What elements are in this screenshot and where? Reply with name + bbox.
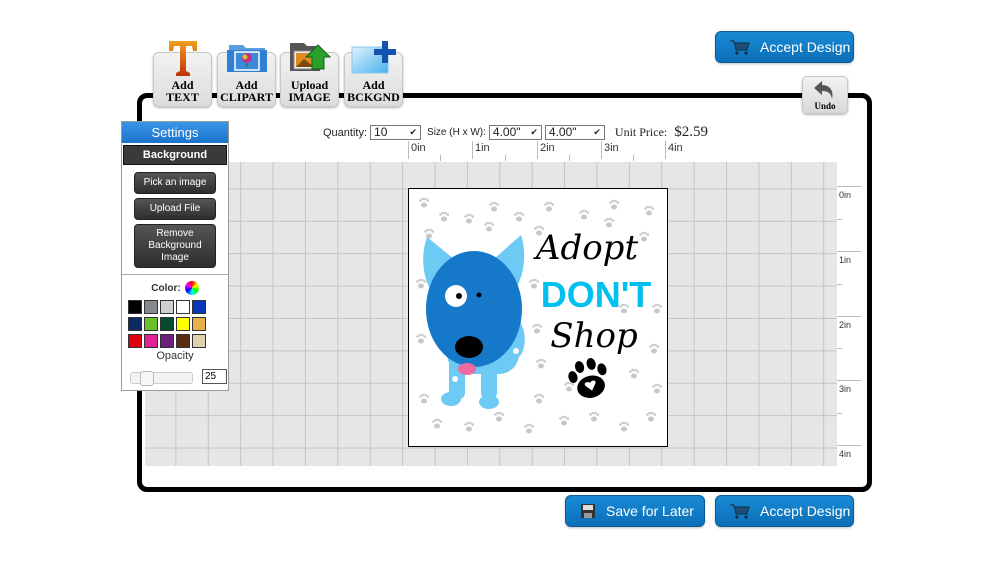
design-artwork: Adopt DON'T Shop (416, 197, 663, 434)
save-for-later-label: Save for Later (606, 503, 694, 519)
tool-label: CLIPART (220, 90, 273, 104)
unit-price-value: $2.59 (674, 124, 708, 140)
ruler-side-minor-tick (837, 413, 842, 414)
color-swatch[interactable] (160, 317, 174, 331)
add-background-icon (351, 41, 396, 74)
color-swatch[interactable] (192, 300, 206, 314)
upload-image-button[interactable]: Upload IMAGE (280, 43, 339, 107)
undo-arrow-icon (814, 81, 833, 99)
undo-button[interactable]: Undo (802, 76, 848, 114)
opacity-slider-thumb[interactable] (140, 371, 154, 386)
height-value: 4.00" (492, 125, 521, 139)
ruler-side-tick: 4in (837, 445, 861, 459)
design-canvas[interactable]: Adopt DON'T Shop (408, 188, 668, 447)
color-label: Color: (151, 282, 181, 294)
width-select[interactable]: 4.00" ✔ (544, 125, 605, 140)
ruler-top-tick: 2in (537, 141, 555, 159)
opacity-input[interactable]: 25 (202, 369, 227, 384)
tool-label: BCKGND (347, 90, 400, 104)
floppy-disk-icon (581, 504, 595, 518)
save-for-later-button[interactable]: Save for Later (565, 495, 705, 527)
color-swatch[interactable] (128, 317, 142, 331)
size-label: Size (H x W): (427, 127, 486, 138)
unit-price-label: Unit Price: (614, 125, 668, 139)
quantity-label: Quantity: (323, 126, 368, 139)
accept-design-bottom-button[interactable]: Accept Design (715, 495, 854, 527)
width-value: 4.00" (548, 125, 577, 139)
color-swatch[interactable] (176, 300, 190, 314)
add-text-button[interactable]: Add TEXT (153, 41, 212, 107)
ruler-side-tick: 1in (837, 251, 861, 265)
quantity-select[interactable]: 10 ✔ (370, 125, 422, 140)
tool-label: TEXT (166, 90, 199, 104)
ruler-top-tick: 3in (601, 141, 619, 159)
color-swatch[interactable] (176, 317, 190, 331)
ruler-side-tick: 2in (837, 316, 861, 330)
background-section-header: Background (123, 145, 227, 165)
chevron-down-icon: ✔ (593, 127, 601, 137)
settings-panel: Settings Background Pick an image Upload… (121, 121, 229, 391)
color-swatch[interactable] (144, 334, 158, 348)
height-select[interactable]: 4.00" ✔ (488, 125, 542, 140)
design-text-shop: Shop (550, 316, 637, 356)
ruler-top-tick: 1in (472, 141, 490, 159)
pick-image-button[interactable]: Pick an image (134, 172, 216, 194)
ruler-side-minor-tick (837, 284, 842, 285)
settings-title: Settings (122, 122, 228, 143)
color-swatch[interactable] (176, 334, 190, 348)
text-T-icon (168, 41, 197, 76)
shopping-cart-icon (730, 504, 750, 519)
add-background-button[interactable]: Add BCKGND (344, 41, 403, 107)
paw-heart-graphic (568, 358, 607, 398)
design-text-dont: DON'T (541, 274, 652, 315)
shopping-cart-icon (730, 40, 750, 55)
divider (122, 274, 228, 275)
ruler-side-tick: 3in (837, 380, 861, 394)
ruler-top-minor-tick (505, 155, 506, 161)
color-swatch[interactable] (128, 334, 142, 348)
design-text-adopt: Adopt (533, 228, 639, 268)
ruler-side-tick: 0in (837, 186, 861, 200)
undo-label: Undo (814, 101, 836, 111)
color-wheel-icon[interactable] (184, 281, 199, 295)
color-swatch[interactable] (160, 334, 174, 348)
dog-illustration (423, 235, 525, 409)
clipart-folder-icon (226, 45, 267, 72)
color-swatch[interactable] (192, 334, 206, 348)
chevron-down-icon: ✔ (409, 127, 418, 137)
accept-design-label: Accept Design (760, 39, 851, 55)
ruler-side-minor-tick (837, 219, 842, 220)
ruler-top-minor-tick (569, 155, 570, 161)
tool-label: IMAGE (288, 90, 331, 104)
color-label-row: Color: (122, 281, 228, 295)
color-swatches (128, 300, 228, 348)
color-swatch[interactable] (128, 300, 142, 314)
ruler-top-tick: 4in (665, 141, 683, 159)
color-swatch[interactable] (192, 317, 206, 331)
accept-design-label: Accept Design (760, 503, 851, 519)
remove-background-button[interactable]: Remove Background Image (134, 224, 216, 268)
color-swatch[interactable] (144, 317, 158, 331)
options-bar: Quantity: 10 ✔ Size (H x W): 4.00" ✔ 4.00"… (323, 124, 708, 141)
upload-image-icon (289, 43, 331, 71)
ruler-top-minor-tick (633, 155, 634, 161)
accept-design-top-button[interactable]: Accept Design (715, 31, 854, 63)
add-clipart-button[interactable]: Add CLIPART (217, 45, 276, 107)
ruler-top-minor-tick (440, 155, 441, 161)
chevron-down-icon: ✔ (530, 127, 538, 137)
ruler-top-tick: 0in (408, 141, 426, 159)
opacity-slider[interactable] (130, 371, 193, 386)
color-swatch[interactable] (160, 300, 174, 314)
color-swatch[interactable] (144, 300, 158, 314)
opacity-label: Opacity (156, 350, 194, 362)
quantity-value: 10 (374, 125, 388, 139)
upload-file-button[interactable]: Upload File (134, 198, 216, 220)
ruler-side-minor-tick (837, 348, 842, 349)
